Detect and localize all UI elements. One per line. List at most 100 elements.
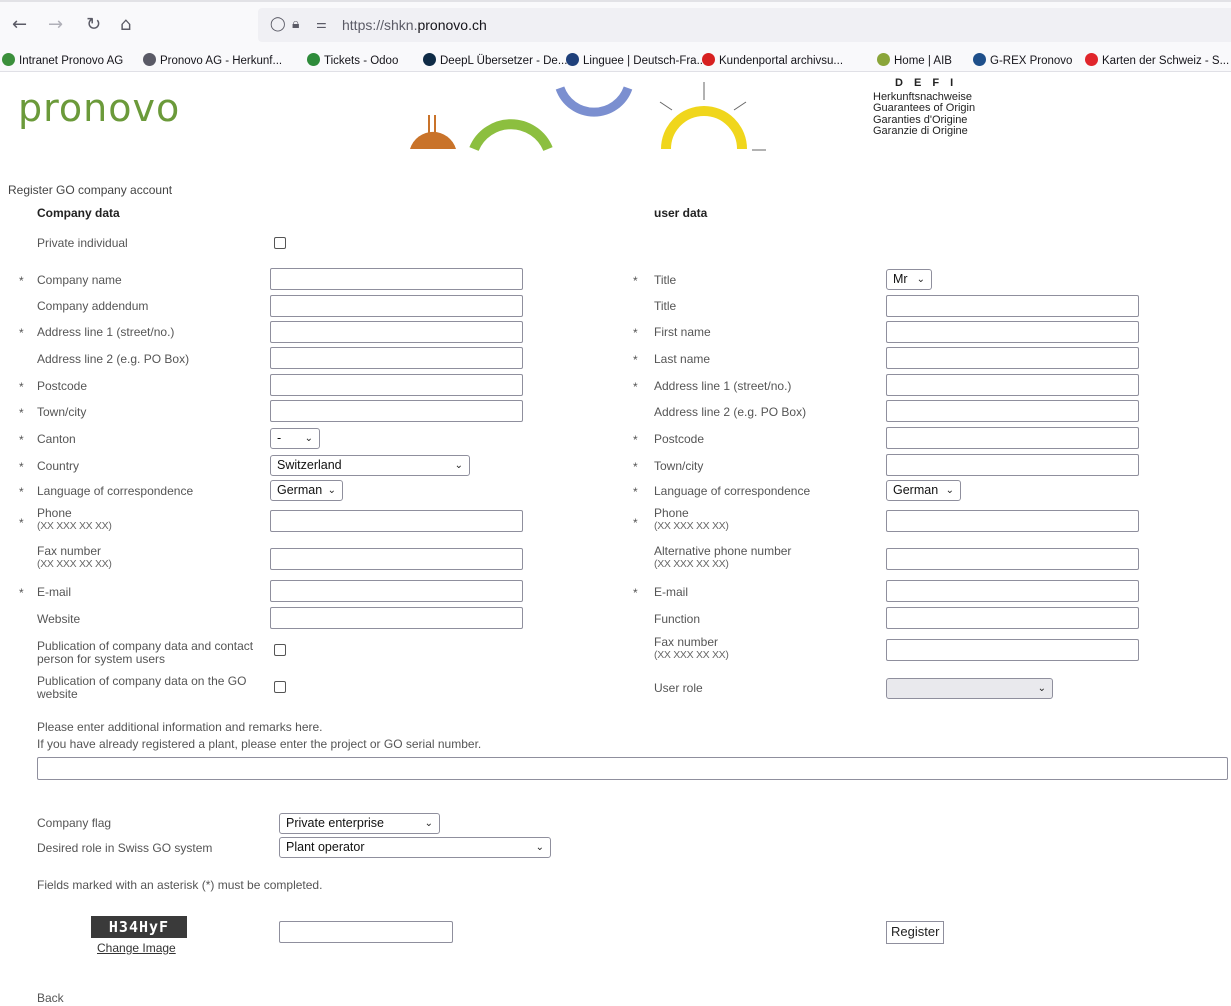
user-postcode-input[interactable] (886, 427, 1139, 449)
company-address2-input[interactable] (270, 347, 523, 369)
required-fields-note: Fields marked with an asterisk (*) must … (37, 878, 323, 892)
required-asterisk: * (19, 516, 24, 530)
shield-icon[interactable]: ◯ (270, 16, 286, 32)
company-email-input[interactable] (270, 580, 523, 602)
bookmark-item[interactable]: Linguee | Deutsch-Fra... (566, 53, 706, 67)
reload-icon[interactable]: ↻ (86, 16, 101, 34)
user-title-text-label: Title (654, 299, 677, 313)
lock-icon[interactable]: 🔒︎ (292, 16, 299, 32)
required-asterisk: * (19, 460, 24, 474)
first-name-label: First name (654, 325, 711, 339)
company-phone-input[interactable] (270, 510, 523, 532)
company-addendum-input[interactable] (270, 295, 523, 317)
pronovo-logo[interactable]: pronovo (18, 86, 180, 130)
alt-phone-label: Alternative phone number (XX XXX XX XX) (654, 544, 792, 571)
bookmark-item[interactable]: Karten der Schweiz - S... (1085, 53, 1229, 67)
permissions-icon[interactable]: ⚌ (316, 17, 327, 31)
company-name-input[interactable] (270, 268, 523, 290)
forward-arrow-icon[interactable]: → (48, 16, 63, 34)
private-individual-checkbox[interactable] (274, 237, 286, 249)
bookmark-item[interactable]: Pronovo AG - Herkunf... (143, 53, 282, 67)
function-label: Function (654, 612, 701, 626)
bookmark-item[interactable]: Kundenportal archivsu... (702, 53, 843, 67)
chevron-down-icon: ⌄ (1037, 683, 1046, 694)
bookmark-favicon-icon (566, 53, 579, 66)
bookmark-label: Home | AIB (894, 55, 952, 67)
home-icon[interactable]: ⌂ (120, 16, 131, 34)
required-asterisk: * (633, 460, 638, 474)
company-language-label: Language of correspondence (37, 484, 194, 498)
company-phone-label: Phone (XX XXX XX XX) (37, 506, 112, 533)
register-button[interactable]: Register (886, 921, 945, 944)
required-asterisk: * (633, 433, 638, 447)
company-fax-input[interactable] (270, 548, 523, 570)
required-asterisk: * (633, 586, 638, 600)
company-name-label: Company name (37, 273, 122, 287)
publication-contact-checkbox[interactable] (274, 644, 286, 656)
canton-select[interactable]: - ⌄ (270, 428, 320, 449)
website-label: Website (37, 612, 81, 626)
user-phone-input[interactable] (886, 510, 1139, 532)
header-line-en: Guarantees of Origin (873, 102, 976, 114)
user-address2-input[interactable] (886, 400, 1139, 422)
required-asterisk: * (19, 326, 24, 340)
user-title-select[interactable]: Mr ⌄ (886, 269, 932, 290)
publication-contact-label: Publication of company data and contact … (37, 639, 254, 666)
user-title-input[interactable] (886, 295, 1139, 317)
last-name-label: Last name (654, 352, 711, 366)
required-asterisk: * (633, 353, 638, 367)
required-asterisk: * (19, 380, 24, 394)
bookmark-item[interactable]: Tickets - Odoo (307, 53, 398, 67)
bookmarks-bar: Intranet Pronovo AG Pronovo AG - Herkunf.… (0, 50, 1231, 72)
user-email-label: E-mail (654, 585, 689, 599)
page-title: Register GO company account (8, 183, 173, 197)
website-input[interactable] (270, 607, 523, 629)
required-asterisk: * (633, 274, 638, 288)
energy-banner-graphic (410, 82, 766, 152)
bookmark-item[interactable]: DeepL Übersetzer - De... (423, 53, 567, 67)
required-asterisk: * (633, 485, 638, 499)
company-address1-input[interactable] (270, 321, 523, 343)
user-role-label: User role (654, 681, 703, 695)
user-town-input[interactable] (886, 454, 1139, 476)
chevron-down-icon: ⌄ (327, 485, 336, 496)
canton-label: Canton (37, 432, 76, 446)
company-language-select[interactable]: German ⌄ (270, 480, 343, 501)
remarks-input[interactable] (37, 757, 1228, 780)
back-link[interactable]: Back (37, 992, 64, 1005)
bookmark-item[interactable]: Intranet Pronovo AG (2, 53, 123, 67)
user-address1-input[interactable] (886, 374, 1139, 396)
alt-phone-input[interactable] (886, 548, 1139, 570)
url-text[interactable]: https://shkn.pronovo.ch (342, 17, 487, 33)
private-individual-label: Private individual (37, 236, 128, 250)
user-postcode-label: Postcode (654, 432, 705, 446)
company-town-label: Town/city (37, 405, 87, 419)
company-town-input[interactable] (270, 400, 523, 422)
publication-website-checkbox[interactable] (274, 681, 286, 693)
bookmark-item[interactable]: Home | AIB (877, 53, 952, 67)
bookmark-favicon-icon (423, 53, 436, 66)
address-bar[interactable]: ◯ 🔒︎ ⚌ https://shkn.pronovo.ch (258, 8, 1231, 42)
first-name-input[interactable] (886, 321, 1139, 343)
back-arrow-icon[interactable]: ← (12, 16, 27, 34)
last-name-input[interactable] (886, 347, 1139, 369)
user-fax-input[interactable] (886, 639, 1139, 661)
publication-website-label: Publication of company data on the GO we… (37, 674, 247, 701)
user-language-select[interactable]: German ⌄ (886, 480, 961, 501)
country-select[interactable]: Switzerland ⌄ (270, 455, 470, 476)
bookmark-item[interactable]: G-REX Pronovo (973, 53, 1072, 67)
user-title-select-label: Title (654, 273, 677, 287)
bookmark-favicon-icon (2, 53, 15, 66)
user-email-input[interactable] (886, 580, 1139, 602)
desired-role-select[interactable]: Plant operator ⌄ (279, 837, 551, 858)
company-flag-select[interactable]: Private enterprise ⌄ (279, 813, 440, 834)
captcha-input[interactable] (279, 921, 453, 943)
user-role-select[interactable]: ⌄ (886, 678, 1053, 699)
defi-language-letters[interactable]: D E F I (895, 77, 1013, 90)
company-postcode-input[interactable] (270, 374, 523, 396)
function-input[interactable] (886, 607, 1139, 629)
browser-toolbar: ← → ↻ ⌂ ◯ 🔒︎ ⚌ https://shkn.pronovo.ch (0, 0, 1231, 50)
company-addendum-label: Company addendum (37, 299, 149, 313)
user-address2-label: Address line 2 (e.g. PO Box) (654, 405, 807, 419)
change-image-link[interactable]: Change Image (97, 941, 176, 955)
